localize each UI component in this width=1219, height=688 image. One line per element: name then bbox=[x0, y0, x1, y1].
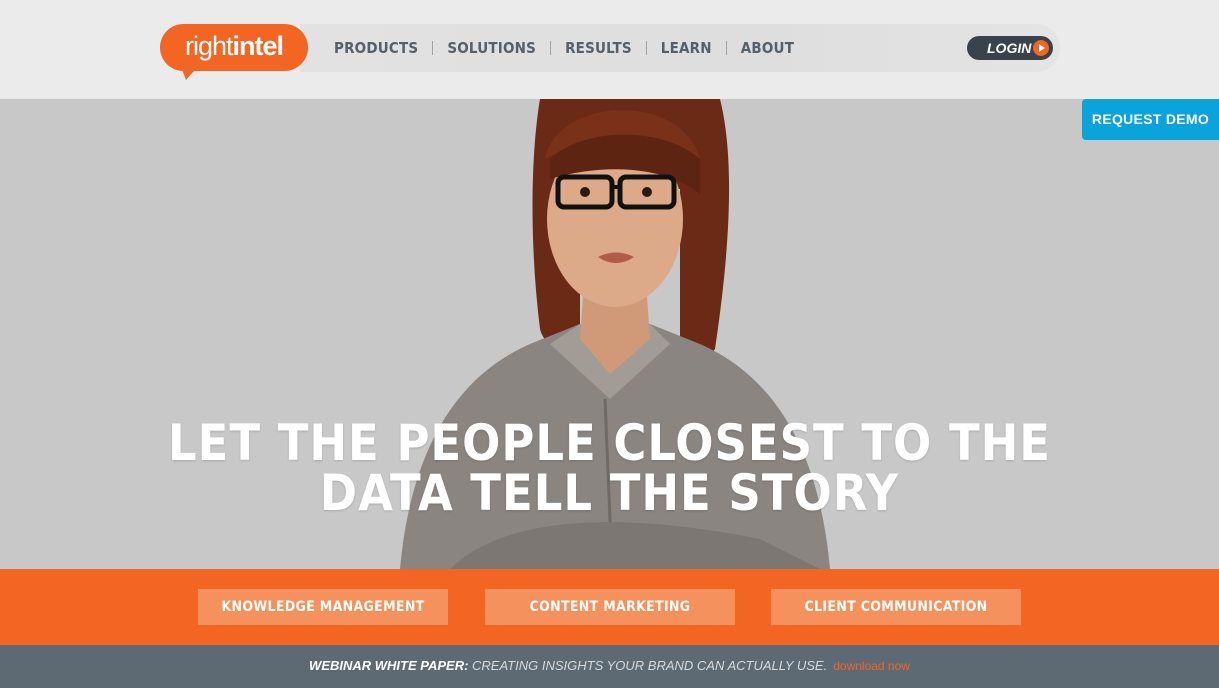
nav-solutions[interactable]: SOLUTIONS bbox=[433, 38, 550, 58]
webinar-label: WEBINAR WHITE PAPER: bbox=[309, 658, 469, 673]
main-nav: PRODUCTS SOLUTIONS RESULTS LEARN ABOUT bbox=[334, 38, 808, 58]
knowledge-management-button[interactable]: KNOWLEDGE MANAGEMENT bbox=[198, 589, 448, 625]
nav-learn[interactable]: LEARN bbox=[647, 38, 726, 58]
logo-text: rightintel bbox=[160, 31, 308, 61]
hero-headline: LET THE PEOPLE CLOSEST TO THE DATA TELL … bbox=[0, 418, 1219, 518]
webinar-promo: WEBINAR WHITE PAPER: CREATING INSIGHTS Y… bbox=[0, 657, 1219, 675]
content-marketing-button[interactable]: CONTENT MARKETING bbox=[485, 589, 735, 625]
client-communication-button[interactable]: CLIENT COMMUNICATION bbox=[771, 589, 1021, 625]
logo-text-right: right bbox=[184, 31, 234, 61]
login-button[interactable]: LOGIN bbox=[967, 36, 1053, 60]
download-now-link[interactable]: download now bbox=[833, 659, 910, 673]
nav-products[interactable]: PRODUCTS bbox=[334, 38, 432, 58]
login-label: LOGIN bbox=[987, 40, 1032, 56]
hero-headline-line2: DATA TELL THE STORY bbox=[319, 464, 900, 522]
nav-results[interactable]: RESULTS bbox=[551, 38, 646, 58]
logo[interactable]: rightintel bbox=[160, 24, 308, 80]
nav-about[interactable]: ABOUT bbox=[727, 38, 808, 58]
logo-text-intel: intel bbox=[232, 31, 285, 61]
logo-bubble-tail bbox=[180, 64, 200, 80]
play-arrow-icon bbox=[1033, 40, 1049, 56]
webinar-title: CREATING INSIGHTS YOUR BRAND CAN ACTUALL… bbox=[468, 658, 828, 673]
request-demo-button[interactable]: REQUEST DEMO bbox=[1082, 99, 1219, 140]
